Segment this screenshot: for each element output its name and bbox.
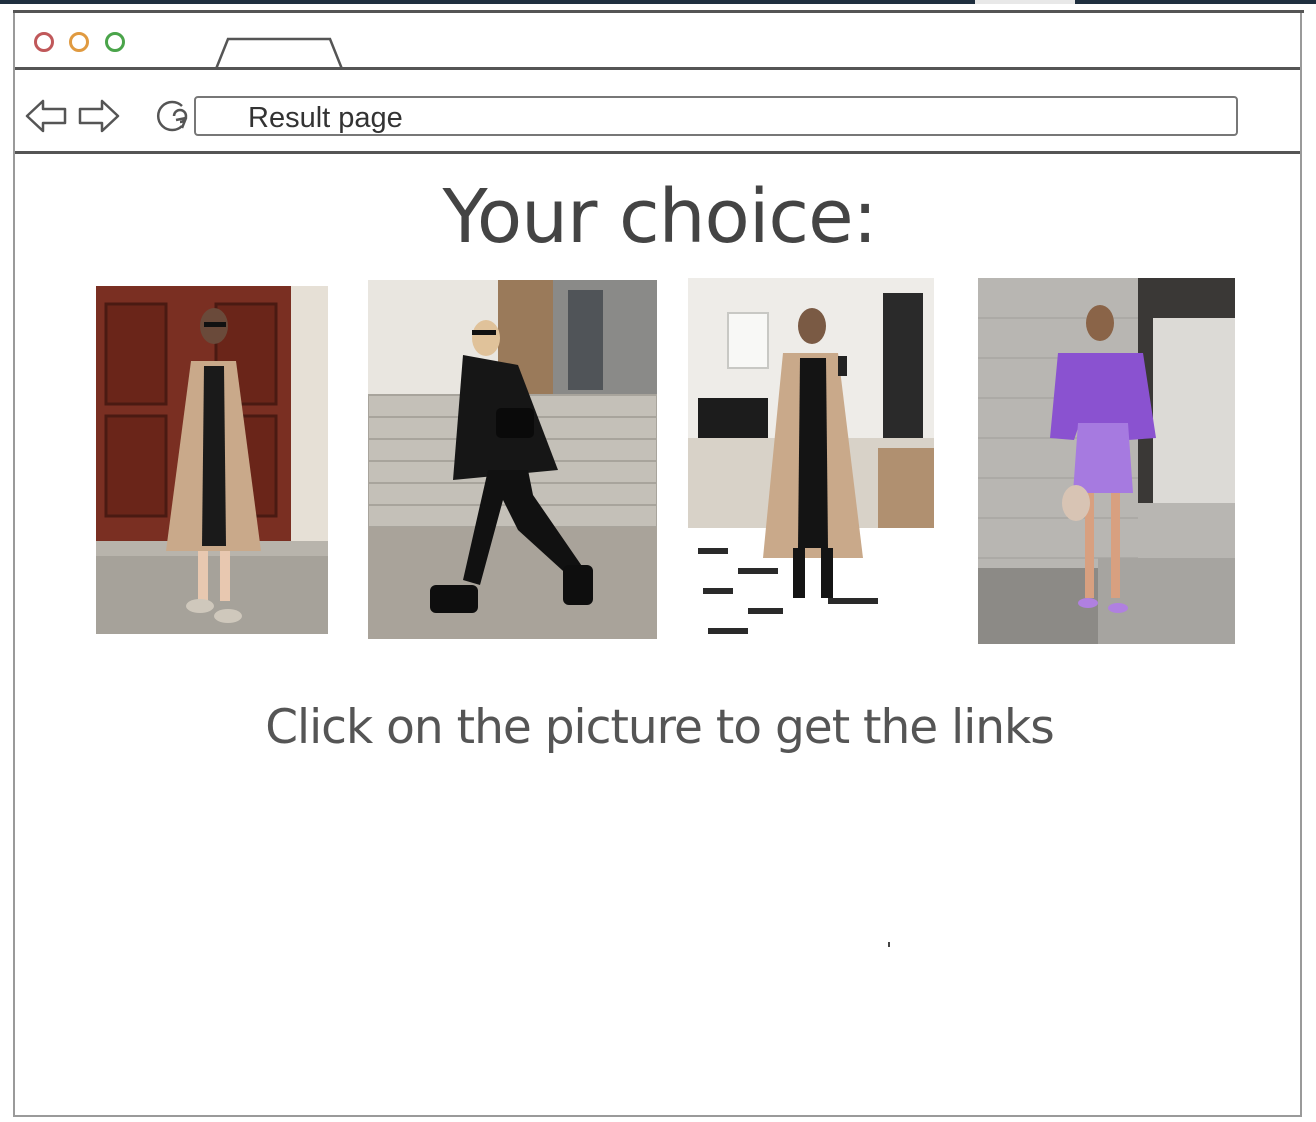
url-input[interactable]: Result page <box>194 96 1238 136</box>
photo-beige-trench-coat[interactable] <box>96 286 328 634</box>
photo-image <box>688 278 934 644</box>
minimize-button[interactable] <box>69 32 89 52</box>
url-text: Result page <box>248 102 403 134</box>
stray-mark <box>888 942 890 947</box>
photo-image <box>96 286 328 634</box>
page-title: Your choice: <box>442 174 877 260</box>
photo-purple-sweater-skirt[interactable] <box>978 278 1235 644</box>
browser-window: Result page Your choice: Click on the pi… <box>13 10 1304 1117</box>
screen-top-strip <box>0 0 1316 4</box>
reload-icon[interactable] <box>152 96 190 136</box>
photo-image <box>368 280 657 639</box>
photo-black-coat-boots[interactable] <box>368 280 657 639</box>
instruction-text: Click on the picture to get the links <box>265 700 1055 755</box>
maximize-button[interactable] <box>105 32 125 52</box>
back-arrow-icon[interactable] <box>25 98 67 134</box>
forward-arrow-icon[interactable] <box>78 98 120 134</box>
photo-trench-mirror-selfie[interactable] <box>688 278 934 644</box>
title-bar <box>15 12 1300 70</box>
browser-tab[interactable] <box>214 36 346 70</box>
photo-image <box>978 278 1235 644</box>
close-button[interactable] <box>34 32 54 52</box>
